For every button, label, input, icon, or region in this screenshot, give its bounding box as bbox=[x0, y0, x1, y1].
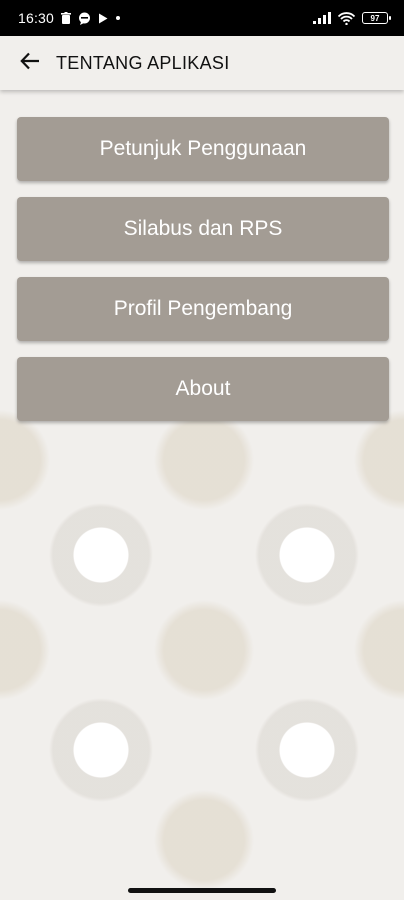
status-bar: 16:30 97 bbox=[0, 0, 404, 36]
menu-list: Petunjuk Penggunaan Silabus dan RPS Prof… bbox=[17, 117, 389, 437]
chat-bubble-icon bbox=[78, 12, 91, 25]
app-bar: TENTANG APLIKASI bbox=[0, 36, 404, 90]
signal-icon bbox=[313, 12, 331, 24]
wifi-icon bbox=[338, 11, 355, 25]
gesture-bar[interactable] bbox=[128, 888, 276, 893]
page-title: TENTANG APLIKASI bbox=[56, 52, 230, 73]
silabus-rps-button[interactable]: Silabus dan RPS bbox=[17, 197, 389, 261]
battery-icon: 97 bbox=[362, 12, 391, 24]
profil-pengembang-button[interactable]: Profil Pengembang bbox=[17, 277, 389, 341]
back-button[interactable] bbox=[16, 49, 44, 77]
status-left: 16:30 bbox=[18, 10, 121, 26]
trash-icon bbox=[61, 12, 72, 24]
dot-icon bbox=[115, 15, 121, 21]
play-icon bbox=[98, 13, 108, 24]
status-right: 97 bbox=[313, 11, 391, 25]
status-time: 16:30 bbox=[18, 10, 55, 26]
about-button[interactable]: About bbox=[17, 357, 389, 421]
petunjuk-penggunaan-button[interactable]: Petunjuk Penggunaan bbox=[17, 117, 389, 181]
arrow-left-icon bbox=[20, 52, 40, 75]
